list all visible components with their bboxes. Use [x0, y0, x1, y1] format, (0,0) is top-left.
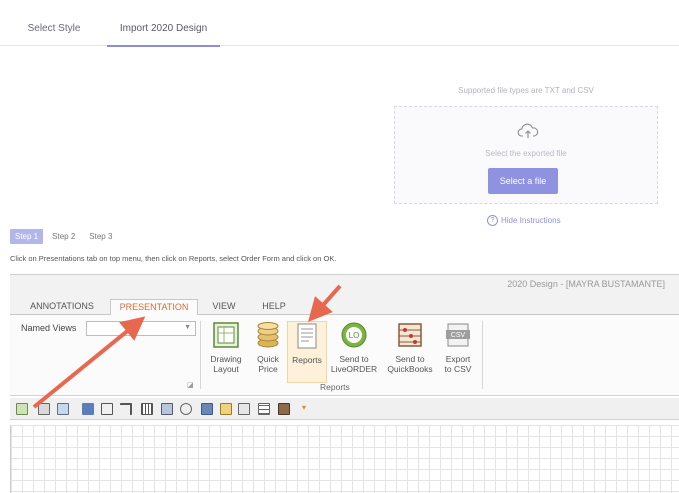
reports-label: Reports	[292, 355, 322, 365]
toolbar-overflow-icon[interactable]: ▾	[302, 403, 310, 415]
wall-tool-icon[interactable]	[120, 403, 132, 415]
app-titlebar: 2020 Design - [MAYRA BUSTAMANTE]	[10, 275, 679, 295]
dimension-tool-icon[interactable]	[101, 403, 113, 415]
export-csv-label-2: to CSV	[444, 364, 472, 374]
named-views-label: Named Views	[21, 323, 77, 333]
step-3[interactable]: Step 3	[84, 229, 117, 244]
send-to-quickbooks-button[interactable]: Send to QuickBooks	[382, 321, 438, 374]
tab-import-2020-design[interactable]: Import 2020 Design	[107, 0, 220, 47]
ribbon-tab-annotations[interactable]: ANNOTATIONS	[22, 299, 102, 315]
materials-icon[interactable]	[278, 403, 290, 415]
file-dropzone[interactable]: Select the exported file Select a file	[394, 106, 658, 204]
quick-price-button[interactable]: Quick Price	[250, 321, 286, 374]
reports-group-label: Reports	[320, 382, 350, 392]
instruction-screenshot: 2020 Design - [MAYRA BUSTAMANTE] ANNOTAT…	[10, 274, 679, 493]
liveorder-label-2: LiveORDER	[330, 364, 378, 374]
ribbon-tabbar: ANNOTATIONS PRESENTATION VIEW HELP	[10, 295, 679, 316]
cloud-upload-icon	[517, 123, 539, 138]
top-tabs: Select Style Import 2020 Design	[0, 0, 679, 47]
drawing-layout-icon	[213, 322, 239, 348]
quick-price-label-1: Quick	[257, 354, 279, 364]
image-tool-icon[interactable]	[57, 403, 69, 415]
move-tool-icon[interactable]	[38, 403, 50, 415]
drawing-canvas-grid[interactable]	[10, 425, 679, 493]
report-document-icon	[297, 323, 317, 349]
question-icon: ?	[487, 215, 498, 226]
quickbooks-label-2: QuickBooks	[387, 364, 433, 374]
group-separator	[482, 321, 483, 389]
app-title: 2020 Design - [MAYRA BUSTAMANTE]	[507, 279, 665, 289]
drawing-toolbar: ▾	[10, 398, 679, 420]
svg-text:CSV: CSV	[451, 332, 466, 339]
drawing-layout-label-2: Layout	[213, 364, 239, 374]
notes-icon[interactable]	[220, 403, 232, 415]
quickbooks-label-1: Send to	[395, 354, 425, 364]
drawing-layout-button[interactable]: Drawing Layout	[205, 321, 247, 374]
reports-button[interactable]: Reports	[287, 321, 327, 383]
elevation-tool-icon[interactable]	[141, 403, 153, 415]
abacus-icon	[398, 323, 422, 347]
calculator-icon[interactable]	[201, 403, 213, 415]
ribbon-tab-presentation[interactable]: PRESENTATION	[110, 299, 198, 316]
chevron-down-icon: ▼	[184, 324, 191, 331]
liveorder-label-1: Send to	[339, 354, 369, 364]
svg-text:LO: LO	[349, 331, 360, 340]
grid-tool-icon[interactable]	[258, 403, 270, 415]
select-tool-icon[interactable]	[16, 403, 28, 415]
render-icon[interactable]	[238, 403, 250, 415]
select-file-button[interactable]: Select a file	[488, 168, 558, 194]
tab-select-style[interactable]: Select Style	[10, 0, 98, 46]
supported-file-types: Supported file types are TXT and CSV	[458, 86, 594, 95]
ribbon-tab-help[interactable]: HELP	[254, 299, 294, 315]
rotate-tool-icon[interactable]	[180, 403, 192, 415]
ribbon-tab-view[interactable]: VIEW	[206, 299, 242, 315]
step-1[interactable]: Step 1	[10, 229, 44, 244]
export-csv-label-1: Export	[445, 354, 471, 364]
send-to-liveorder-button[interactable]: LO Send to LiveORDER	[330, 321, 378, 374]
cabinet-3d-icon[interactable]	[82, 403, 94, 415]
drawing-layout-label-1: Drawing	[210, 354, 242, 364]
hide-instructions-label: Hide Instructions	[501, 216, 561, 225]
step-2[interactable]: Step 2	[47, 229, 80, 244]
dropzone-text: Select the exported file	[485, 149, 567, 158]
named-views-select[interactable]: ▼	[86, 321, 196, 336]
coins-icon	[257, 322, 279, 348]
export-to-csv-button[interactable]: CSV Export to CSV	[440, 321, 476, 374]
liveorder-icon: LO	[341, 322, 367, 348]
quick-price-label-2: Price	[258, 364, 278, 374]
instruction-text: Click on Presentations tab on top menu, …	[10, 254, 337, 263]
catalog-icon[interactable]	[161, 403, 173, 415]
csv-file-icon: CSV	[446, 323, 470, 347]
dialog-launcher-icon[interactable]: ◪	[187, 381, 194, 389]
hide-instructions-link[interactable]: ? Hide Instructions	[487, 215, 561, 226]
group-separator	[200, 321, 201, 389]
ribbon-body: Named Views ▼ ◪ Drawing Layout Quick Pri…	[10, 315, 679, 396]
step-tabs: Step 1 Step 2 Step 3	[10, 229, 117, 244]
